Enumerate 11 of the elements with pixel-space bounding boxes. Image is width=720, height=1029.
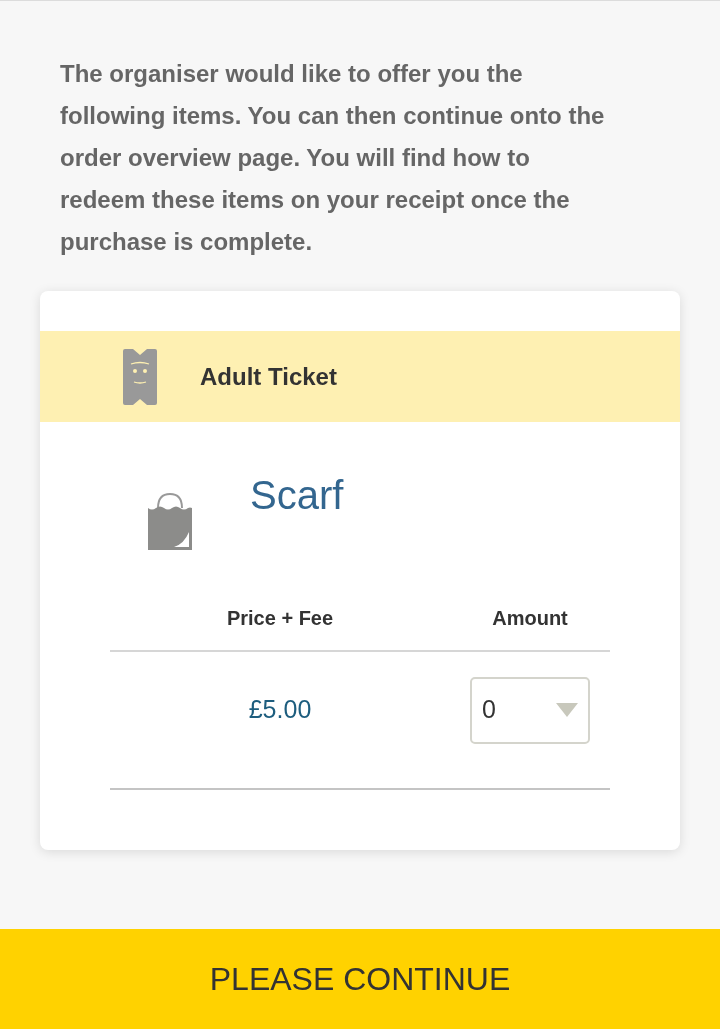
price-text: £5.00 [248, 694, 312, 726]
continue-button[interactable]: PLEASE CONTINUE [0, 929, 720, 1029]
ticket-name: Adult Ticket [200, 361, 337, 392]
column-header: Price + Fee [226, 606, 334, 631]
amount-select[interactable]: 0 [470, 676, 590, 744]
intro-paragraph: The organiser would like to offer you the following items. You can then continue onto the order overview page. You will find how to redeem these items on your receipt once the purchase is complete. [60, 59, 606, 257]
shopping-bag-icon [148, 492, 192, 550]
ticket-icon [123, 348, 157, 405]
caret-icon [556, 703, 578, 717]
product-name: Scarf [250, 472, 344, 518]
column-header: Amount [492, 606, 568, 631]
